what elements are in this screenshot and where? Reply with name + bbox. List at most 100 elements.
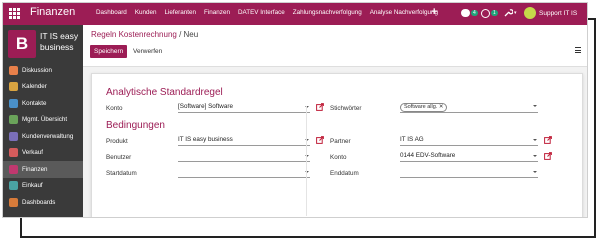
- breadcrumb-separator: /: [176, 30, 184, 39]
- enddatum-field[interactable]: [400, 168, 538, 178]
- stichwoerter-field[interactable]: Software allg. ✕: [400, 102, 538, 113]
- dropdown-arrow-icon: [533, 105, 537, 107]
- apps-grid-icon[interactable]: [9, 8, 20, 19]
- konto2-label: Konto: [330, 154, 347, 161]
- plus-icon[interactable]: +: [431, 6, 437, 18]
- partner-field[interactable]: IT IS AG: [400, 136, 538, 146]
- menu-item-dashboard[interactable]: Dashboard: [96, 9, 127, 16]
- contacts-icon: [9, 98, 18, 108]
- sidebar-item-verkauf[interactable]: Verkauf: [3, 145, 83, 162]
- calendar-icon: [9, 82, 18, 92]
- user-menu[interactable]: Support IT IS: [524, 7, 578, 19]
- sidebar-item-label: Einkauf: [22, 182, 43, 190]
- user-name: Support IT IS: [539, 9, 578, 17]
- overview-icon: [9, 115, 18, 125]
- activities-badge: 1: [491, 10, 498, 16]
- sidebar-item-label: Kontakte: [22, 99, 47, 107]
- discard-button[interactable]: Verwerfen: [133, 45, 162, 58]
- sidebar: B IT IS easy business Diskussion Kalende…: [3, 25, 83, 217]
- avatar: [524, 7, 536, 19]
- dropdown-arrow-icon: [533, 155, 537, 157]
- sidebar-item-diskussion[interactable]: Diskussion: [3, 62, 83, 79]
- sidebar-item-kundenverwaltung[interactable]: Kundenverwaltung: [3, 128, 83, 145]
- company-logo: B: [8, 30, 36, 58]
- section-title-bedingungen: Bedingungen: [106, 120, 165, 131]
- messages-button[interactable]: 4: [461, 8, 478, 18]
- messages-badge: 4: [471, 10, 478, 16]
- menu-icon[interactable]: [575, 47, 581, 53]
- sidebar-item-label: Dashboards: [22, 198, 56, 206]
- clock-icon: [481, 8, 490, 18]
- breadcrumb: Regeln Kostenrechnung / Neu: [91, 30, 198, 39]
- chat-icon: [9, 65, 18, 75]
- handshake-icon: [9, 131, 18, 141]
- sidebar-item-kalender[interactable]: Kalender: [3, 79, 83, 96]
- external-link-icon[interactable]: [316, 103, 324, 111]
- menu-item-finanzen[interactable]: Finanzen: [204, 9, 230, 16]
- top-navbar: Finanzen Dashboard Kunden Lieferanten Fi…: [3, 3, 587, 25]
- app-window: Finanzen Dashboard Kunden Lieferanten Fi…: [2, 2, 588, 218]
- tools-menu[interactable]: ▾: [503, 8, 517, 18]
- sidebar-item-label: Diskussion: [22, 66, 52, 74]
- sidebar-item-label: Finanzen: [22, 165, 48, 173]
- sidebar-item-label: Kalender: [22, 83, 47, 91]
- sidebar-item-label: Verkauf: [22, 149, 43, 157]
- konto-value: [Software] Software: [178, 103, 233, 110]
- external-link-icon[interactable]: [316, 136, 324, 144]
- tag-remove-icon[interactable]: ✕: [439, 104, 444, 110]
- menu-item-datev[interactable]: DATEV Interface: [238, 9, 285, 16]
- external-link-icon[interactable]: [544, 152, 552, 160]
- stichwoerter-label: Stichwörter: [330, 105, 362, 112]
- startdatum-label: Startdatum: [106, 170, 137, 177]
- company-block[interactable]: B IT IS easy business: [3, 25, 83, 62]
- sidebar-item-mgmt-uebersicht[interactable]: Mgmt. Übersicht: [3, 112, 83, 129]
- save-button[interactable]: Speichern: [90, 45, 128, 58]
- sidebar-item-label: Kundenverwaltung: [22, 132, 74, 140]
- sidebar-item-finanzen[interactable]: Finanzen: [3, 161, 83, 178]
- control-panel: Regeln Kostenrechnung / Neu Speichern Ve…: [83, 25, 587, 67]
- column-divider: [306, 106, 307, 216]
- startdatum-field[interactable]: [178, 168, 310, 178]
- produkt-value: IT IS easy business: [178, 136, 233, 143]
- breadcrumb-current: Neu: [183, 30, 199, 39]
- konto-field[interactable]: [Software] Software: [178, 103, 310, 113]
- app-title: Finanzen: [30, 6, 76, 18]
- sidebar-nav: Diskussion Kalender Kontakte Mgmt. Übers…: [3, 62, 83, 211]
- tag-label: Software allg.: [404, 104, 438, 110]
- form-sheet: Analytische Standardregel Konto [Softwar…: [91, 73, 583, 217]
- produkt-field[interactable]: IT IS easy business: [178, 136, 310, 146]
- chat-bubble-icon: [461, 9, 470, 17]
- dropdown-arrow-icon: [533, 171, 537, 173]
- partner-label: Partner: [330, 138, 351, 145]
- sidebar-item-einkauf[interactable]: Einkauf: [3, 178, 83, 195]
- enddatum-label: Enddatum: [330, 170, 359, 177]
- main-content: Regeln Kostenrechnung / Neu Speichern Ve…: [83, 25, 587, 217]
- sidebar-item-kontakte[interactable]: Kontakte: [3, 95, 83, 112]
- dashboard-icon: [9, 197, 18, 207]
- konto2-field[interactable]: 0144 EDV-Software: [400, 152, 538, 162]
- produkt-label: Produkt: [106, 138, 128, 145]
- benutzer-label: Benutzer: [106, 154, 132, 161]
- sales-icon: [9, 148, 18, 158]
- finance-icon: [9, 164, 18, 174]
- purchase-icon: [9, 181, 18, 191]
- sidebar-item-label: Mgmt. Übersicht: [22, 116, 68, 124]
- tag-badge: Software allg. ✕: [400, 103, 448, 112]
- menu-item-analyse[interactable]: Analyse Nachverfolgung: [370, 9, 438, 16]
- menu-item-zahlungsnachverfolgung[interactable]: Zahlungsnachverfolgung: [293, 9, 362, 16]
- konto2-value: 0144 EDV-Software: [400, 152, 456, 159]
- company-name-line1: IT IS easy: [40, 31, 79, 41]
- menu-item-kunden[interactable]: Kunden: [135, 9, 157, 16]
- menu-item-lieferanten[interactable]: Lieferanten: [165, 9, 197, 16]
- benutzer-field[interactable]: [178, 152, 310, 162]
- external-link-icon[interactable]: [544, 136, 552, 144]
- activities-button[interactable]: 1: [481, 8, 498, 18]
- wrench-icon: [504, 9, 513, 17]
- section-title-standardregel: Analytische Standardregel: [106, 87, 223, 98]
- breadcrumb-link[interactable]: Regeln Kostenrechnung: [91, 30, 177, 39]
- konto-label: Konto: [106, 105, 123, 112]
- sidebar-item-dashboards[interactable]: Dashboards: [3, 194, 83, 211]
- company-name: IT IS easy business: [40, 31, 78, 53]
- caret-down-icon: ▾: [514, 10, 517, 16]
- top-menu: Dashboard Kunden Lieferanten Finanzen DA…: [96, 9, 446, 16]
